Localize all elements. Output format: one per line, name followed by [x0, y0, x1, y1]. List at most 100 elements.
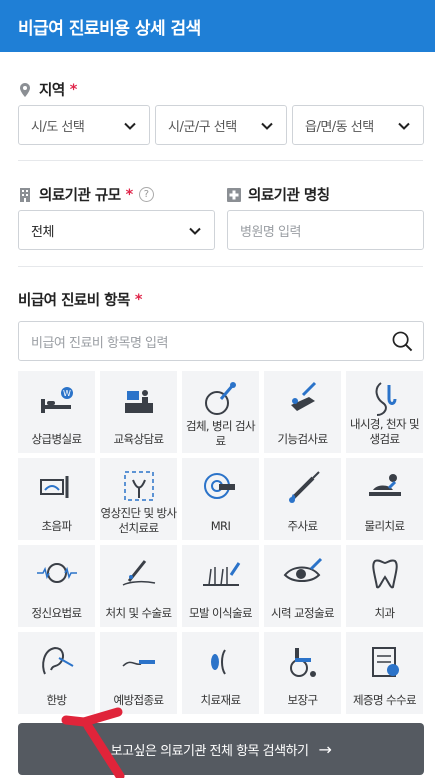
category-vision[interactable]: 시력 교정술료 — [264, 545, 341, 627]
sigungu-select-value: 시/군/구 선택 — [168, 119, 237, 135]
category-endoscope[interactable]: 내시경, 천자 및 생검료 — [346, 371, 423, 453]
hair-transplant-icon — [202, 562, 240, 586]
required-mark: * — [134, 291, 143, 308]
category-grid: W 상급병실료 교육상담료 검체, 병리 검사료 기능검사료 내시경, 천자 및… — [18, 371, 424, 714]
help-icon[interactable]: ? — [138, 187, 154, 202]
category-label: 교육상담료 — [113, 432, 165, 446]
function-test-icon — [290, 381, 316, 411]
facility-size-label: 의료기관 규모 — [39, 188, 121, 204]
region-label-row: 지역 * — [18, 79, 77, 100]
category-label: 정신요법료 — [31, 606, 83, 620]
search-all-label: 보고싶은 의료기관 전체 항목 검색하기 — [110, 743, 309, 759]
category-function-test[interactable]: 기능검사료 — [264, 371, 341, 453]
facility-size-select[interactable]: 전체 — [18, 210, 215, 250]
category-label: 모발 이식술료 — [189, 606, 253, 620]
sido-select-value: 시/도 선택 — [31, 119, 85, 135]
syringe-icon — [288, 471, 320, 503]
category-label: MRI — [210, 519, 231, 533]
surgery-icon — [122, 560, 155, 586]
treatment-material-icon — [210, 649, 226, 675]
brain-icon — [36, 563, 77, 583]
category-label: 시력 교정술료 — [271, 606, 335, 620]
required-mark: * — [125, 186, 134, 203]
category-specimen[interactable]: 검체, 병리 검사료 — [182, 371, 259, 453]
building-icon — [20, 187, 30, 202]
category-hospital-room[interactable]: W 상급병실료 — [18, 371, 95, 453]
category-surgery[interactable]: 처치 및 수술료 — [100, 545, 177, 627]
facility-size-select-value: 전체 — [31, 224, 54, 240]
chevron-down-icon — [189, 227, 201, 235]
location-pin-icon — [20, 82, 30, 97]
category-physical-therapy[interactable]: 물리치료 — [346, 458, 423, 540]
items-label-row: 비급여 진료비 항목 * — [18, 289, 142, 310]
category-label: 물리치료 — [364, 519, 406, 533]
category-label: 검체, 병리 검사료 — [185, 419, 256, 448]
vaccination-icon — [121, 660, 155, 667]
sigungu-select[interactable]: 시/군/구 선택 — [155, 105, 287, 145]
search-icon[interactable] — [392, 331, 413, 352]
svg-text:W: W — [63, 389, 71, 398]
category-label: 보장구 — [287, 693, 319, 707]
item-search-input[interactable]: 비급여 진료비 항목명 입력 — [18, 321, 424, 361]
mri-icon — [203, 473, 235, 499]
category-assistive-device[interactable]: 보장구 — [264, 632, 341, 714]
hospital-cross-icon — [227, 187, 241, 202]
category-label: 치과 — [374, 606, 396, 620]
facility-name-label-row: 의료기관 명칭 — [227, 184, 330, 205]
certificate-icon — [371, 647, 399, 677]
items-label: 비급여 진료비 항목 — [18, 293, 130, 309]
category-label: 내시경, 천자 및 생검료 — [349, 417, 420, 446]
wheelchair-icon — [289, 648, 316, 677]
item-search-placeholder: 비급여 진료비 항목명 입력 — [31, 335, 168, 351]
page-title: 비급여 진료비용 상세 검색 — [18, 19, 201, 39]
eupmyeondong-select-value: 읍/면/동 선택 — [305, 119, 374, 135]
facility-name-label: 의료기관 명칭 — [248, 188, 330, 204]
facility-size-label-row: 의료기관 규모 * ? — [18, 184, 154, 205]
divider — [18, 266, 423, 267]
category-label: 처치 및 수술료 — [105, 606, 173, 620]
category-ultrasound[interactable]: 초음파 — [18, 458, 95, 540]
category-label: 제증명 수수료 — [353, 693, 417, 707]
imaging-diagnosis-icon — [123, 471, 154, 501]
category-mri[interactable]: MRI — [182, 458, 259, 540]
required-mark: * — [69, 81, 78, 98]
chevron-down-icon — [398, 122, 410, 130]
physical-therapy-icon — [368, 474, 401, 496]
chevron-down-icon — [261, 122, 273, 130]
category-hair-transplant[interactable]: 모발 이식술료 — [182, 545, 259, 627]
hospital-bed-icon: W — [40, 387, 73, 413]
category-imaging[interactable]: 영상진단 및 방사선치료료 — [100, 458, 177, 540]
acupuncture-icon — [41, 646, 73, 675]
region-label: 지역 — [39, 83, 65, 99]
specimen-test-icon — [204, 382, 236, 415]
category-vaccination[interactable]: 예방접종료 — [100, 632, 177, 714]
sido-select[interactable]: 시/도 선택 — [18, 105, 150, 145]
category-dental[interactable]: 치과 — [346, 545, 423, 627]
search-all-button[interactable]: 보고싶은 의료기관 전체 항목 검색하기 → — [18, 723, 424, 775]
category-education[interactable]: 교육상담료 — [100, 371, 177, 453]
category-treatment-material[interactable]: 치료재료 — [182, 632, 259, 714]
category-label: 기능검사료 — [277, 432, 329, 446]
category-label: 치료재료 — [200, 693, 242, 707]
chevron-down-icon — [124, 122, 136, 130]
divider — [18, 160, 423, 161]
category-oriental[interactable]: 한방 — [18, 632, 95, 714]
facility-name-placeholder: 병원명 입력 — [240, 224, 301, 240]
category-label: 초음파 — [41, 519, 73, 533]
arrow-right-icon: → — [318, 739, 332, 759]
category-label: 주사료 — [287, 519, 319, 533]
category-label: 한방 — [46, 693, 68, 707]
category-certificate[interactable]: 제증명 수수료 — [346, 632, 423, 714]
category-psychotherapy[interactable]: 정신요법료 — [18, 545, 95, 627]
eupmyeondong-select[interactable]: 읍/면/동 선택 — [292, 105, 424, 145]
tooth-icon — [371, 559, 398, 589]
category-label: 영상진단 및 방사선치료료 — [100, 506, 178, 535]
ultrasound-icon — [39, 476, 68, 498]
category-injection[interactable]: 주사료 — [264, 458, 341, 540]
header-bar: 비급여 진료비용 상세 검색 — [0, 0, 435, 52]
category-label: 상급병실료 — [31, 432, 83, 446]
facility-name-input[interactable]: 병원명 입력 — [227, 210, 424, 250]
category-label: 예방접종료 — [113, 693, 165, 707]
eye-icon — [283, 557, 322, 582]
consultation-desk-icon — [124, 390, 153, 413]
